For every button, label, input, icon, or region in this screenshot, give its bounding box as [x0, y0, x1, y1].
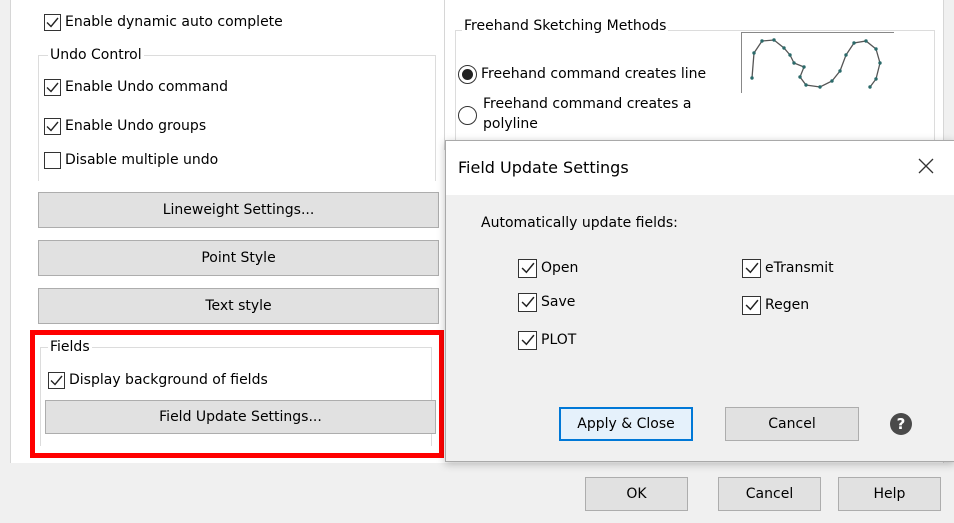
- display-background-fields-label: Display background of fields: [69, 372, 268, 388]
- regen-label: Regen: [765, 297, 810, 313]
- close-x-glyph: [918, 158, 934, 174]
- checkbox-box[interactable]: [518, 292, 537, 312]
- field-update-settings-dialog: Field Update Settings Automatically upda…: [445, 140, 954, 462]
- radio-button[interactable]: [458, 106, 477, 125]
- apply-close-button[interactable]: Apply & Close: [559, 407, 693, 441]
- plot-checkbox[interactable]: PLOT: [518, 329, 576, 351]
- undo-control-title: Undo Control: [48, 47, 144, 63]
- checkbox-box[interactable]: [48, 371, 65, 389]
- enable-undo-groups-checkbox[interactable]: Enable Undo groups: [44, 115, 206, 137]
- etransmit-label: eTransmit: [765, 260, 834, 276]
- disable-multiple-undo-checkbox[interactable]: Disable multiple undo: [44, 149, 218, 171]
- checkbox-box[interactable]: [44, 117, 61, 135]
- checkbox-box[interactable]: [44, 151, 61, 169]
- freehand-preview: [741, 32, 894, 93]
- check-icon: [521, 334, 535, 346]
- point-style-button[interactable]: Point Style: [38, 240, 439, 276]
- checkbox-box[interactable]: [518, 330, 537, 350]
- check-icon: [521, 262, 535, 274]
- display-background-fields-checkbox[interactable]: Display background of fields: [48, 369, 268, 391]
- enable-undo-command-label: Enable Undo command: [65, 79, 229, 95]
- regen-checkbox[interactable]: Regen: [742, 294, 809, 316]
- text-style-button[interactable]: Text style: [38, 288, 439, 324]
- freehand-polyline-label-line2: polyline: [483, 116, 538, 132]
- freehand-sketch-icon: [750, 38, 882, 89]
- freehand-polyline-radio[interactable]: Freehand command creates a polyline: [458, 95, 738, 137]
- disable-multiple-undo-label: Disable multiple undo: [65, 152, 219, 168]
- dynamic-auto-complete-label: Enable dynamic auto complete: [65, 14, 283, 30]
- open-checkbox[interactable]: Open: [518, 257, 578, 279]
- etransmit-checkbox[interactable]: eTransmit: [742, 257, 834, 279]
- enable-undo-command-checkbox[interactable]: Enable Undo command: [44, 76, 228, 98]
- radio-button[interactable]: [458, 64, 477, 84]
- help-icon[interactable]: ?: [890, 413, 912, 435]
- help-button[interactable]: Help: [838, 477, 941, 511]
- open-label: Open: [541, 260, 579, 276]
- lineweight-settings-button[interactable]: Lineweight Settings...: [38, 192, 439, 228]
- checkbox-box[interactable]: [742, 295, 761, 315]
- dialog-cancel-button[interactable]: Cancel: [725, 407, 859, 441]
- save-label: Save: [541, 294, 576, 310]
- plot-label: PLOT: [541, 332, 577, 348]
- panel-divider: [444, 0, 445, 150]
- freehand-methods-title: Freehand Sketching Methods: [462, 18, 669, 34]
- cancel-button[interactable]: Cancel: [718, 477, 821, 511]
- check-icon: [521, 296, 535, 308]
- freehand-polyline-label-line1: Freehand command creates a: [483, 96, 692, 112]
- checkbox-box[interactable]: [44, 13, 61, 31]
- freehand-lines-radio[interactable]: Freehand command creates line: [458, 63, 706, 85]
- check-icon: [745, 299, 759, 311]
- checkbox-box[interactable]: [742, 258, 761, 278]
- close-icon[interactable]: [914, 154, 938, 178]
- check-icon: [745, 262, 759, 274]
- dialog-prompt: Automatically update fields:: [481, 215, 678, 231]
- checkbox-box[interactable]: [518, 258, 537, 278]
- dynamic-auto-complete-checkbox[interactable]: Enable dynamic auto complete: [44, 11, 283, 33]
- enable-undo-groups-label: Enable Undo groups: [65, 118, 207, 134]
- radio-selected-dot: [462, 68, 473, 80]
- checkbox-box[interactable]: [44, 78, 61, 96]
- freehand-lines-label: Freehand command creates line: [481, 66, 707, 82]
- check-icon: [46, 17, 59, 28]
- check-icon: [46, 121, 59, 132]
- dialog-title: Field Update Settings: [458, 158, 629, 177]
- check-icon: [50, 375, 63, 386]
- fields-title: Fields: [48, 339, 92, 355]
- ok-button[interactable]: OK: [585, 477, 688, 511]
- field-update-settings-button[interactable]: Field Update Settings...: [45, 400, 436, 434]
- save-checkbox[interactable]: Save: [518, 291, 575, 313]
- check-icon: [46, 82, 59, 93]
